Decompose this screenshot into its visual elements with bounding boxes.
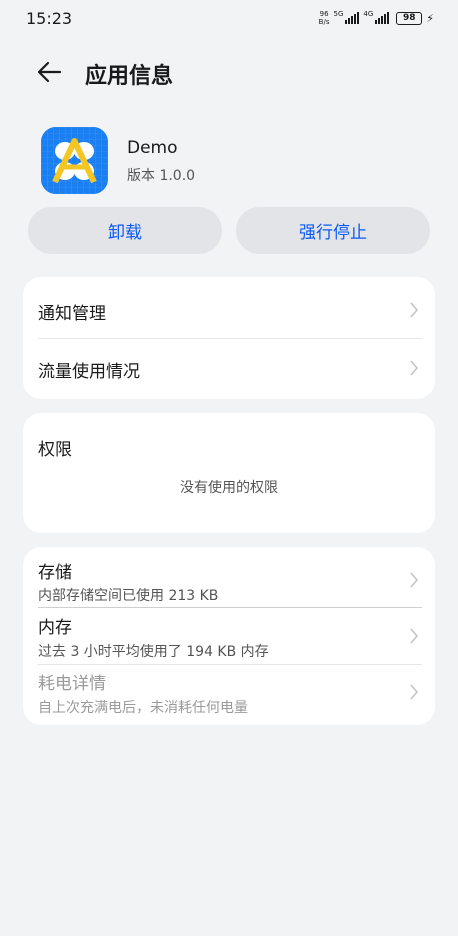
chevron-right-icon [410, 360, 419, 376]
force-stop-button[interactable]: 强行停止 [236, 207, 430, 254]
network-type-4g: 4G [363, 10, 374, 18]
permissions-empty-text: 没有使用的权限 [180, 480, 278, 496]
uninstall-button[interactable]: 卸载 [28, 207, 222, 254]
status-time: 15:23 [26, 9, 73, 28]
data-usage-item[interactable]: 流量使用情况 [23, 338, 435, 399]
storage-title: 存储 [38, 563, 72, 583]
permissions-card: 权限 没有使用的权限 [23, 413, 435, 533]
power-usage-item[interactable]: 耗电详情 自上次充满电后，未消耗任何电量 [23, 664, 435, 725]
chevron-right-icon [410, 302, 419, 318]
settings-card: 通知管理 流量使用情况 [23, 277, 435, 399]
network-speed: 96 B/s [319, 10, 330, 26]
memory-item[interactable]: 内存 过去 3 小时平均使用了 194 KB 内存 [23, 608, 435, 664]
notification-management-label: 通知管理 [38, 304, 106, 324]
memory-subtitle: 过去 3 小时平均使用了 194 KB 内存 [38, 644, 269, 660]
notification-management-item[interactable]: 通知管理 [23, 277, 435, 338]
chevron-right-icon [410, 684, 419, 700]
app-version: 版本 1.0.0 [127, 168, 196, 184]
memory-title: 内存 [38, 618, 72, 638]
status-bar: 15:23 96 B/s 5G 4G 98 ⚡ [0, 0, 458, 38]
battery-icon: 98 [396, 11, 423, 25]
power-usage-title: 耗电详情 [38, 674, 106, 694]
charging-icon: ⚡ [426, 11, 434, 25]
network-speed-unit: B/s [318, 18, 330, 26]
arrow-left-icon [37, 61, 62, 83]
storage-subtitle: 内部存储空间已使用 213 KB [38, 588, 219, 604]
status-icons: 96 B/s 5G 4G 98 ⚡ [319, 10, 434, 26]
signal-icon-2 [375, 12, 390, 24]
back-button[interactable] [34, 58, 66, 86]
data-usage-label: 流量使用情况 [38, 362, 140, 382]
permissions-title: 权限 [38, 440, 72, 460]
page-title: 应用信息 [85, 64, 174, 89]
network-speed-value: 96 [319, 10, 329, 18]
power-usage-subtitle: 自上次充满电后，未消耗任何电量 [38, 700, 248, 716]
app-icon [41, 127, 108, 194]
chevron-right-icon [410, 572, 419, 588]
storage-item[interactable]: 存储 内部存储空间已使用 213 KB [23, 547, 435, 608]
resource-card: 存储 内部存储空间已使用 213 KB 内存 过去 3 小时平均使用了 194 … [23, 547, 435, 725]
app-name: Demo [127, 138, 178, 158]
network-type-5g: 5G [333, 10, 344, 18]
signal-icon [345, 12, 360, 24]
chevron-right-icon [410, 628, 419, 644]
